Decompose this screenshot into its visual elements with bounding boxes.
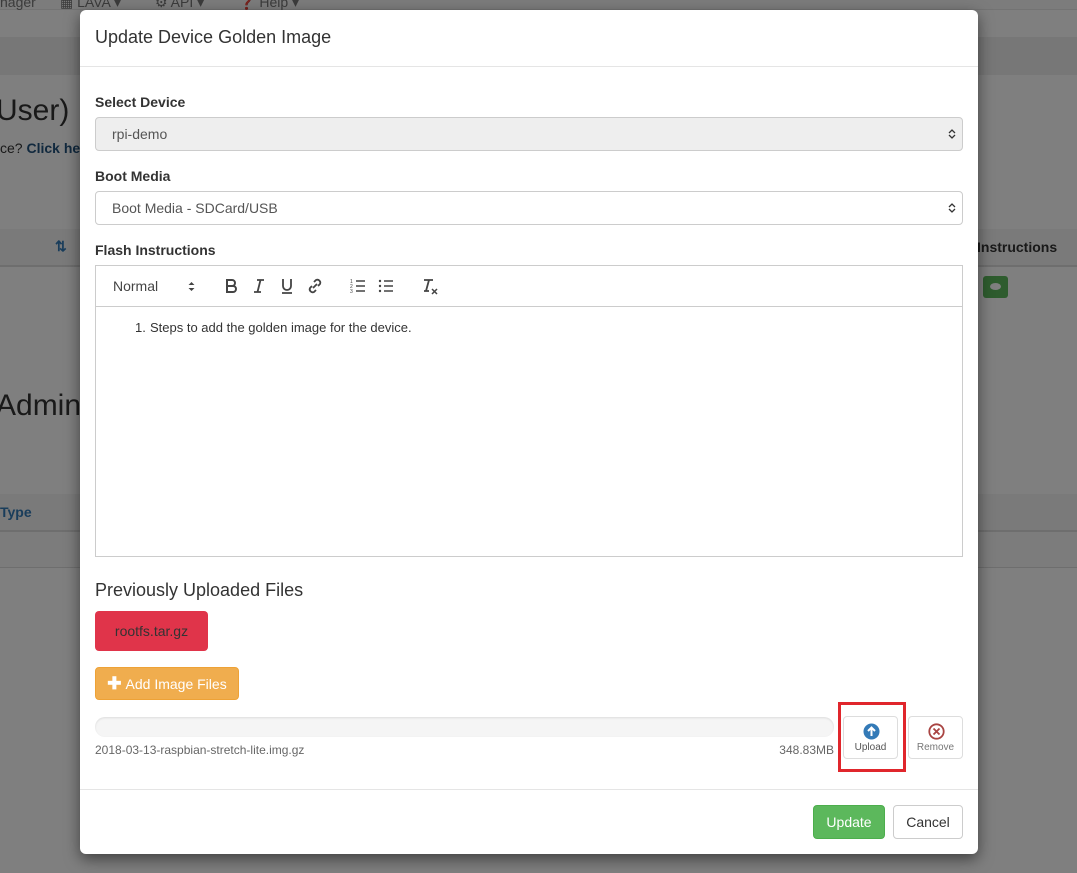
- format-dropdown[interactable]: Normal: [113, 276, 198, 296]
- format-value: Normal: [113, 278, 159, 294]
- flash-instructions-label: Flash Instructions: [95, 242, 216, 258]
- boot-media-label: Boot Media: [95, 168, 171, 184]
- pending-file-size: 348.83MB: [779, 743, 834, 757]
- editor-content[interactable]: 1. Steps to add the golden image for the…: [96, 307, 962, 335]
- previous-file-chip[interactable]: rootfs.tar.gz: [95, 611, 208, 651]
- select-device-value: rpi-demo: [112, 126, 168, 142]
- editor-toolbar: Normal 123: [96, 266, 962, 307]
- previous-files-heading: Previously Uploaded Files: [95, 580, 304, 600]
- select-arrows-icon: [948, 203, 956, 213]
- cancel-button[interactable]: Cancel: [893, 805, 963, 839]
- update-golden-image-modal: Update Device Golden Image Select Device…: [80, 10, 978, 854]
- bold-icon[interactable]: [224, 276, 238, 296]
- remove-button[interactable]: Remove: [908, 716, 963, 759]
- pending-file-name: 2018-03-13-raspbian-stretch-lite.img.gz: [95, 743, 305, 757]
- modal-footer: Update Cancel: [80, 789, 978, 854]
- italic-icon[interactable]: [253, 276, 265, 296]
- instruction-text: Steps to add the golden image for the de…: [150, 320, 412, 335]
- bullet-list-icon[interactable]: [378, 276, 394, 296]
- rich-text-editor: Normal 123 1. Steps to add the golden im…: [95, 265, 963, 557]
- select-device-label: Select Device: [95, 94, 186, 110]
- plus-icon: ✚: [107, 674, 122, 693]
- remove-label: Remove: [916, 742, 955, 753]
- modal-title: Update Device Golden Image: [95, 27, 332, 47]
- update-button[interactable]: Update: [813, 805, 885, 839]
- boot-media-value: Boot Media - SDCard/USB: [112, 200, 278, 216]
- add-image-files-button[interactable]: ✚ Add Image Files: [95, 667, 239, 700]
- select-arrows-icon: [948, 129, 956, 139]
- format-arrows-icon: [188, 282, 195, 291]
- remove-x-icon: [928, 723, 945, 740]
- boot-media-dropdown[interactable]: Boot Media - SDCard/USB: [95, 191, 963, 225]
- ordered-list-icon[interactable]: 123: [350, 276, 366, 296]
- list-number: 1.: [135, 320, 146, 335]
- highlight-box: [838, 702, 906, 772]
- clear-formatting-icon[interactable]: [422, 276, 438, 296]
- select-device-dropdown[interactable]: rpi-demo: [95, 117, 963, 151]
- svg-text:3: 3: [350, 289, 353, 295]
- link-icon[interactable]: [307, 276, 323, 296]
- modal-header: Update Device Golden Image: [80, 10, 978, 67]
- upload-progress-bar: [95, 717, 834, 737]
- underline-icon[interactable]: [280, 276, 294, 296]
- add-image-files-label: Add Image Files: [125, 676, 227, 692]
